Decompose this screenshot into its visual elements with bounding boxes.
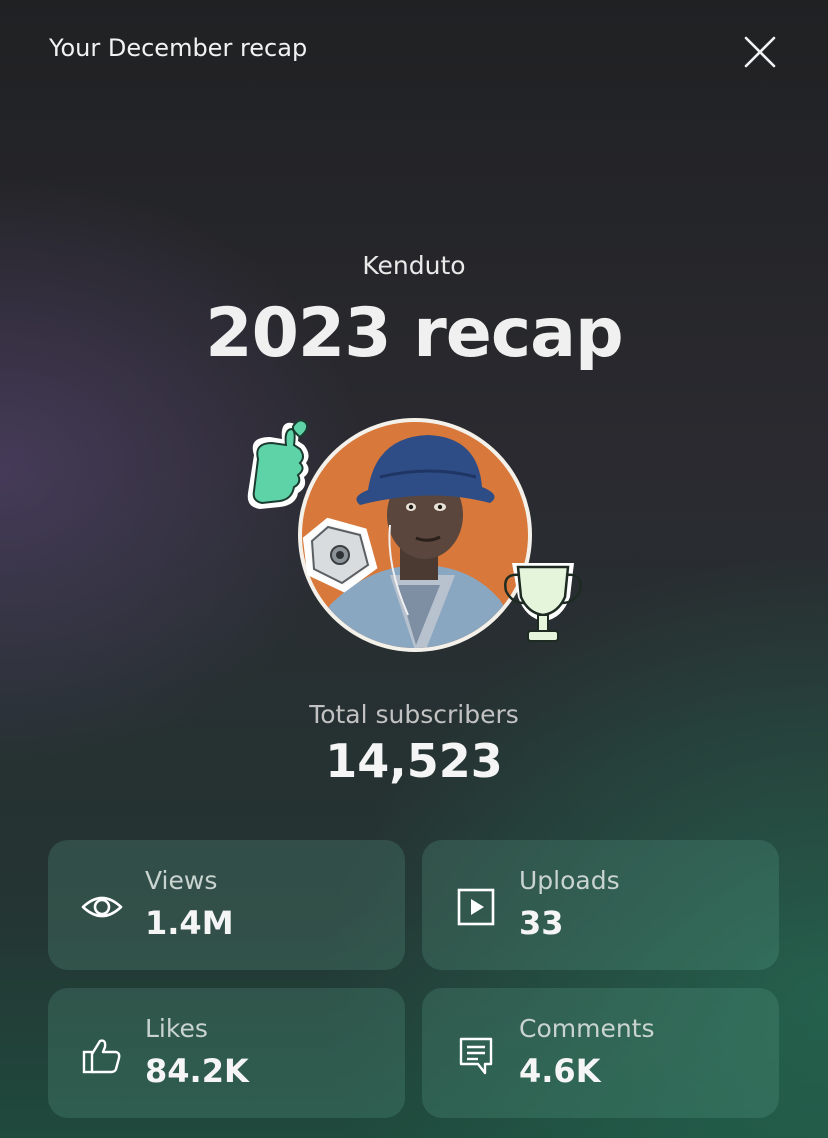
eye-icon xyxy=(81,896,123,918)
trophy-sticker xyxy=(504,563,582,642)
views-label: Views xyxy=(145,866,218,895)
likes-value: 84.2K xyxy=(145,1052,249,1090)
comments-card[interactable]: Comments 4.6K xyxy=(422,988,779,1118)
close-button[interactable] xyxy=(738,30,782,74)
uploads-value: 33 xyxy=(519,904,564,942)
uploads-label: Uploads xyxy=(519,866,620,895)
likes-card[interactable]: Likes 84.2K xyxy=(48,988,405,1118)
comments-value: 4.6K xyxy=(519,1052,601,1090)
thumbs-up-heart-sticker xyxy=(247,419,309,509)
avatar-with-stickers xyxy=(240,415,610,665)
comments-label: Comments xyxy=(519,1014,655,1043)
recap-year-title: 2023 recap xyxy=(205,294,623,373)
uploads-card[interactable]: Uploads 33 xyxy=(422,840,779,970)
total-subscribers-value: 14,523 xyxy=(325,734,503,788)
play-square-icon xyxy=(457,888,495,926)
likes-label: Likes xyxy=(145,1014,208,1043)
views-card[interactable]: Views 1.4M xyxy=(48,840,405,970)
thumbs-up-icon xyxy=(82,1039,121,1074)
recap-header-title: Your December recap xyxy=(49,34,308,62)
close-icon xyxy=(744,36,776,68)
channel-name: Kenduto xyxy=(362,251,466,280)
comment-icon xyxy=(459,1037,493,1075)
total-subscribers-label: Total subscribers xyxy=(309,700,519,729)
views-value: 1.4M xyxy=(145,904,234,942)
top-bar: Your December recap xyxy=(0,0,828,100)
